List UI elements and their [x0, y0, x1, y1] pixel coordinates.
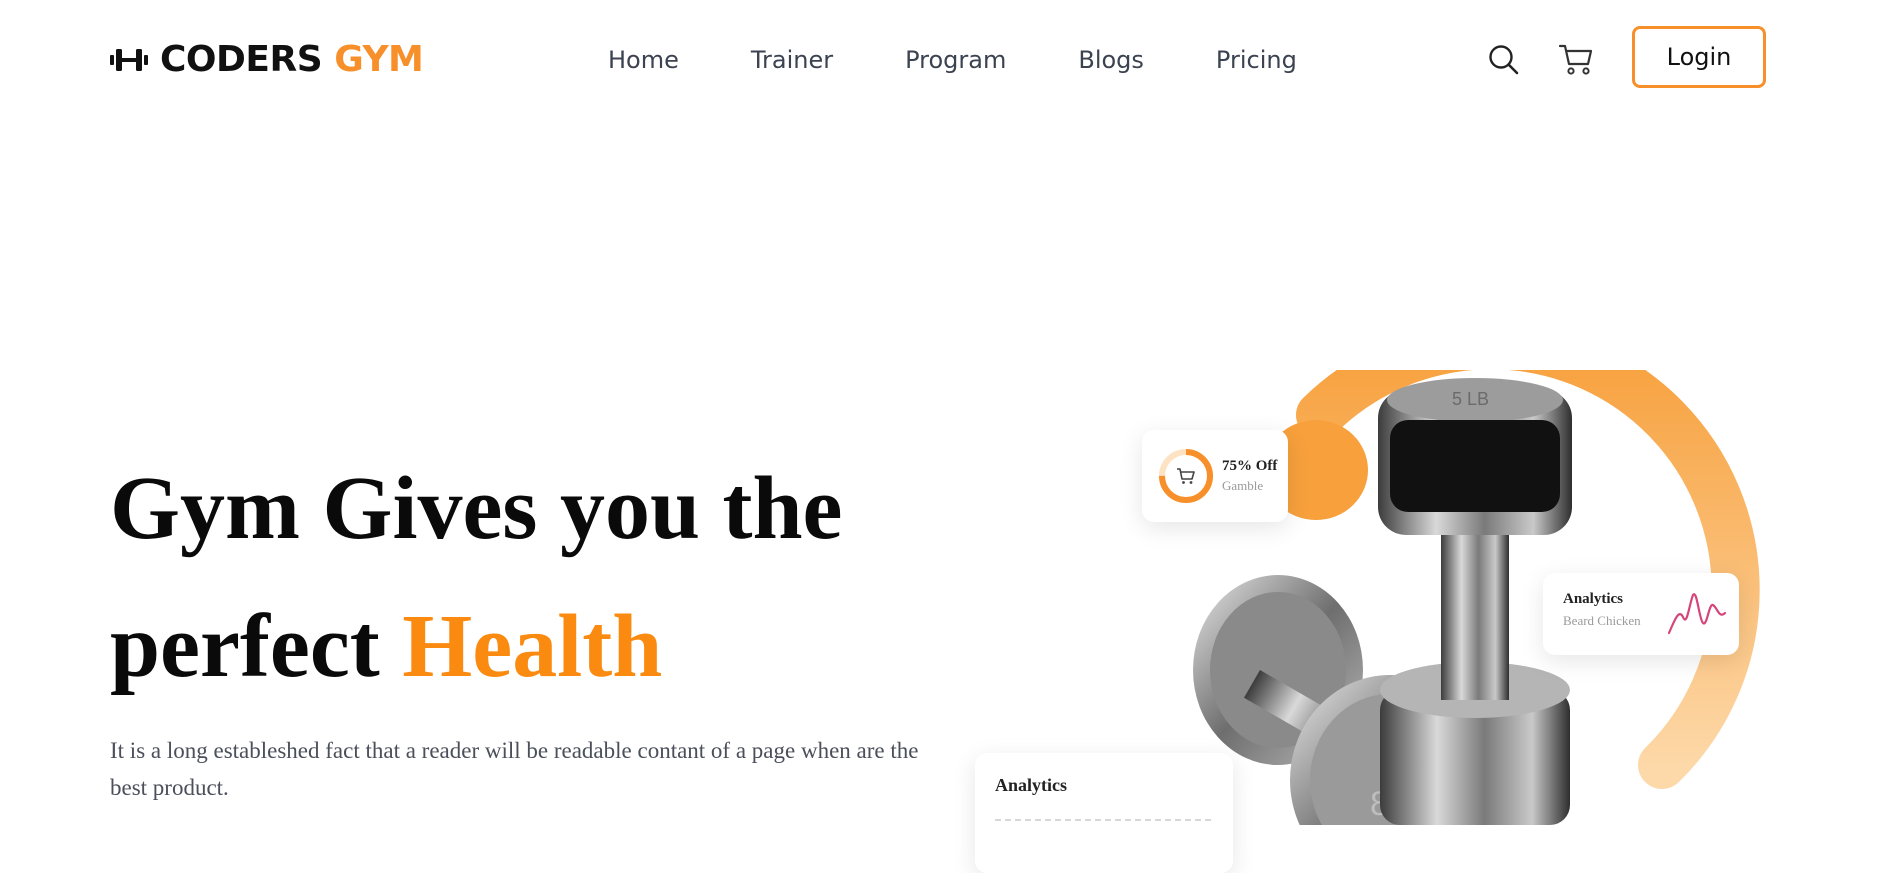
brand-name: CODERS GYM: [160, 39, 424, 80]
search-icon[interactable]: [1488, 44, 1520, 76]
hero-title-highlight: Health: [402, 597, 663, 696]
nav-home[interactable]: Home: [608, 44, 679, 76]
hero-title-line1: Gym Gives you the: [110, 459, 843, 558]
main-menu: Home Trainer Program Blogs Pricing: [608, 44, 1297, 76]
bottom-analytics-card-title: Analytics: [995, 775, 1067, 795]
analytics-card-title: Analytics: [1563, 591, 1623, 607]
bottom-analytics-card[interactable]: Analytics: [975, 753, 1233, 873]
dumbbell-logo-icon: [110, 49, 148, 71]
nav-trainer[interactable]: Trainer: [751, 44, 833, 76]
analytics-sparkline: [1667, 593, 1727, 635]
hero-description: It is a long estableshed fact that a rea…: [110, 738, 919, 800]
nav-pricing[interactable]: Pricing: [1216, 44, 1297, 76]
hero-title-line2-plain: perfect: [110, 597, 380, 696]
brand-name-accent: GYM: [334, 39, 424, 80]
dumbbell-weight-label-top: 5 LB: [1452, 389, 1489, 409]
nav-program[interactable]: Program: [905, 44, 1006, 76]
login-button[interactable]: Login: [1632, 26, 1766, 88]
analytics-card[interactable]: Analytics Beard Chicken: [1543, 573, 1739, 655]
discount-card-title: 75% Off: [1222, 458, 1278, 474]
hero-title: Gym Gives you the perfect Health: [110, 440, 842, 716]
bottom-analytics-divider: [995, 819, 1211, 821]
top-nav: CODERS GYM Home Trainer Program Blogs Pr…: [0, 0, 1885, 120]
discount-card-subtitle: Gamble: [1222, 478, 1264, 493]
nav-blogs[interactable]: Blogs: [1078, 44, 1144, 76]
brand-logo[interactable]: CODERS GYM: [110, 39, 424, 80]
analytics-card-subtitle: Beard Chicken: [1563, 613, 1641, 628]
cart-icon[interactable]: [1558, 42, 1594, 76]
discount-cart-icon: [1177, 468, 1195, 484]
hero-illustration: 8 LB 5 LB 75% Off Gamble Analytics Beard…: [960, 370, 1860, 873]
discount-card[interactable]: 75% Off Gamble: [1142, 430, 1288, 522]
brand-name-main: CODERS: [160, 39, 323, 80]
